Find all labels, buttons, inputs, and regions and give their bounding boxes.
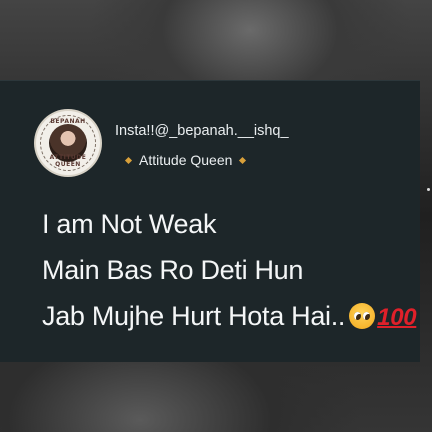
edge-dot [427, 188, 430, 191]
pleading-face-icon [349, 303, 376, 329]
hundred-points-icon: 100 [377, 304, 417, 331]
quote-line-2: Main Bas Ro Deti Hun [42, 255, 304, 285]
quote-line-1: I am Not Weak [42, 209, 217, 239]
quote-card: BEPANAH ATTITUDE QUEEN Insta!!@_bepanah.… [0, 80, 420, 362]
quote-text: I am Not Weak Main Bas Ro Deti Hun Jab M… [42, 201, 417, 341]
diamond-icon [124, 156, 133, 164]
instagram-handle: Insta!!@_bepanah.__ishq_ [115, 123, 289, 139]
subtitle-text: Attitude Queen [139, 152, 233, 168]
diamond-icon [239, 156, 247, 164]
badge-bottom-text: ATTITUDE QUEEN [49, 154, 87, 168]
profile-subtitle: Attitude Queen [124, 152, 247, 168]
profile-badge: BEPANAH ATTITUDE QUEEN [36, 111, 100, 175]
quote-line-3: Jab Mujhe Hurt Hota Hai.. 100 [42, 293, 417, 341]
quote-line-3-text: Jab Mujhe Hurt Hota Hai.. [42, 301, 346, 331]
